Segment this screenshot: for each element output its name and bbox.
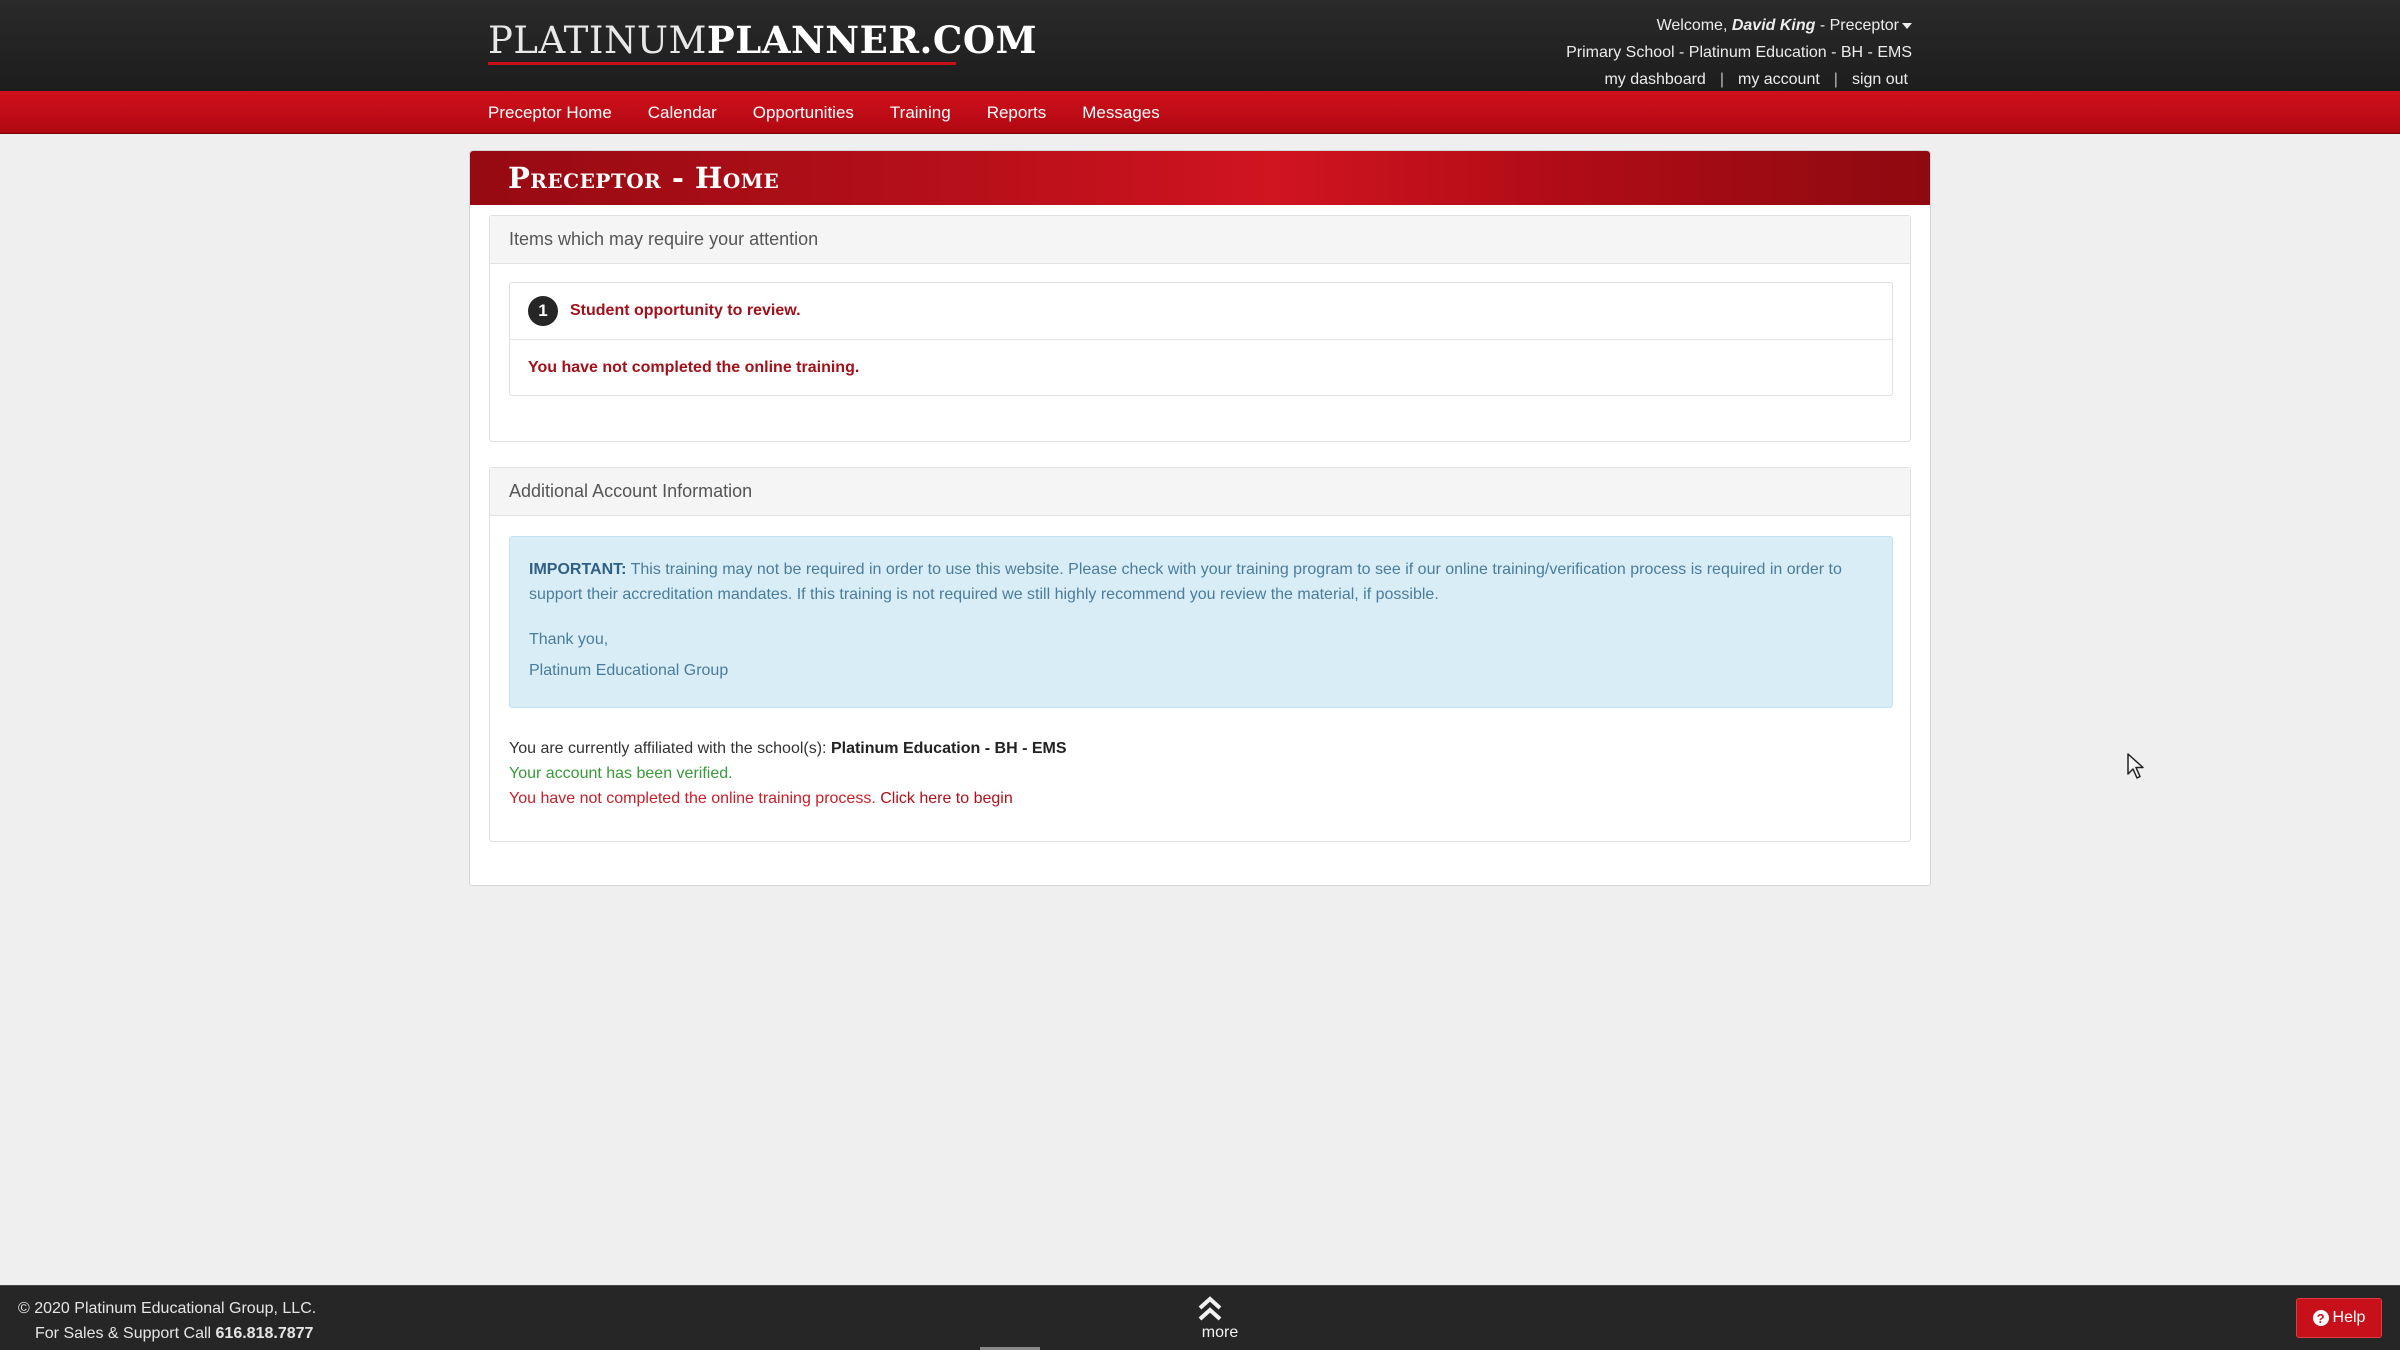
training-incomplete-text: You have not completed the online traini…	[509, 790, 881, 807]
attention-list: 1 Student opportunity to review. You hav…	[509, 282, 1893, 396]
count-badge: 1	[528, 296, 558, 326]
important-text: This training may not be required in ord…	[529, 561, 1842, 603]
begin-training-link[interactable]: Click here to begin	[880, 790, 1013, 807]
nav-messages[interactable]: Messages	[1064, 91, 1177, 134]
account-info-heading: Additional Account Information	[490, 468, 1910, 516]
thanks-text: Thank you,	[529, 631, 609, 648]
caret-down-icon	[1902, 22, 1912, 29]
nav-opportunities[interactable]: Opportunities	[735, 91, 872, 134]
page-title: Preceptor - Home	[508, 161, 780, 195]
nav-preceptor-home[interactable]: Preceptor Home	[470, 91, 630, 134]
logo-text-planner: PLANNER.COM	[706, 18, 1038, 62]
user-name: David King	[1731, 17, 1816, 34]
support-prefix: For Sales & Support Call	[35, 1325, 216, 1342]
user-box: Welcome, David King - Preceptor Primary …	[1566, 12, 1912, 93]
footer: © 2020 Platinum Educational Group, LLC. …	[0, 1285, 2400, 1350]
my-account-link[interactable]: my account	[1724, 66, 1834, 93]
main-panel: Preceptor - Home Items which may require…	[469, 150, 1931, 886]
training-status: You have not completed the online traini…	[509, 786, 1067, 811]
support-line: For Sales & Support Call 616.818.7877	[18, 1321, 316, 1346]
nav-calendar[interactable]: Calendar	[630, 91, 735, 134]
main-nav: Preceptor Home Calendar Opportunities Tr…	[0, 91, 2400, 134]
training-alert-text: You have not completed the online traini…	[528, 358, 860, 376]
support-phone: 616.818.7877	[215, 1325, 314, 1342]
nav-training[interactable]: Training	[872, 91, 969, 134]
account-status: You are currently affiliated with the sc…	[509, 736, 1067, 811]
more-button[interactable]: more	[1196, 1294, 1244, 1342]
question-circle-icon: ?	[2312, 1310, 2329, 1326]
more-label: more	[1201, 1324, 1239, 1341]
footer-info: © 2020 Platinum Educational Group, LLC. …	[18, 1296, 316, 1346]
verified-status: Your account has been verified.	[509, 765, 733, 782]
user-role: - Preceptor	[1815, 17, 1899, 34]
training-alert[interactable]: You have not completed the online traini…	[510, 339, 1892, 395]
attention-box: Items which may require your attention 1…	[489, 215, 1911, 442]
nav-reports[interactable]: Reports	[969, 91, 1065, 134]
copyright-text: © 2020 Platinum Educational Group, LLC.	[18, 1300, 317, 1317]
logo-text-platinum: PLATINUM	[488, 19, 707, 62]
important-notice: IMPORTANT: This training may not be requ…	[509, 536, 1893, 708]
review-alert[interactable]: 1 Student opportunity to review.	[510, 283, 1892, 339]
welcome-prefix: Welcome,	[1656, 17, 1732, 34]
mouse-pointer-icon	[2127, 753, 2144, 779]
double-chevron-up-icon	[1198, 1296, 1222, 1321]
my-dashboard-link[interactable]: my dashboard	[1590, 66, 1719, 93]
review-alert-text: Student opportunity to review.	[570, 302, 801, 319]
help-button[interactable]: ? Help	[2296, 1298, 2382, 1338]
sign-out-link[interactable]: sign out	[1838, 66, 1912, 93]
user-links: my dashboard | my account | sign out	[1566, 66, 1912, 93]
nav-items: Preceptor Home Calendar Opportunities Tr…	[470, 91, 1178, 134]
help-label: Help	[2332, 1309, 2366, 1326]
panel-header: Preceptor - Home	[470, 151, 1930, 205]
user-menu-toggle[interactable]: Welcome, David King - Preceptor	[1566, 12, 1912, 39]
top-header: PLATINUMPLANNER.COM Welcome, David King …	[0, 0, 2400, 91]
attention-heading: Items which may require your attention	[490, 216, 1910, 264]
signature-text: Platinum Educational Group	[529, 662, 729, 679]
site-logo[interactable]: PLATINUMPLANNER.COM	[488, 18, 1037, 66]
affiliation-line: You are currently affiliated with the sc…	[509, 736, 1067, 761]
important-label: IMPORTANT:	[529, 561, 627, 578]
account-info-box: Additional Account Information IMPORTANT…	[489, 467, 1911, 842]
affiliation-school: Platinum Education - BH - EMS	[830, 740, 1067, 757]
affiliation-prefix: You are currently affiliated with the sc…	[509, 740, 831, 757]
primary-school: Primary School - Platinum Education - BH…	[1566, 44, 1912, 61]
logo-underline	[488, 62, 956, 65]
important-paragraph: IMPORTANT: This training may not be requ…	[529, 557, 1873, 607]
